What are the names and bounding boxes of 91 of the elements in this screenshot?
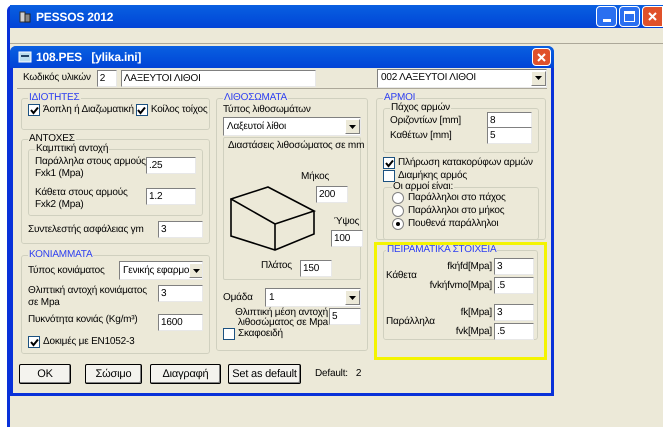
default-label: Default: bbox=[315, 368, 348, 380]
field-label: Κωδικός υλικών bbox=[22, 72, 91, 84]
dropdown[interactable]: 002 ΛΑΞΕΥΤΟΙ ΛΙΘΟΙ bbox=[377, 68, 547, 88]
field-label: Κάθετα στους αρμούς Fxk2 (Mpa) bbox=[35, 187, 129, 211]
box-title: Διαστάσεις λιθοσώματος σε mm bbox=[228, 140, 364, 152]
input-field[interactable]: 3 bbox=[158, 221, 203, 238]
checkbox-label: Κοίλος τοίχος bbox=[150, 104, 208, 116]
checkbox[interactable] bbox=[223, 328, 235, 340]
input-field[interactable]: 1600 bbox=[158, 314, 203, 331]
caret-icon bbox=[349, 296, 356, 300]
field-label: fvk[Mpa] bbox=[456, 326, 492, 338]
group-title: ΙΔΙΟΤΗΤΕΣ bbox=[28, 93, 81, 103]
field-label: fvkήfvmo[Mpa] bbox=[430, 280, 492, 292]
close-icon bbox=[648, 12, 657, 21]
field-label: Θλιπτική μέση αντοχή λιθοσώματος σε Mpa bbox=[234, 308, 328, 328]
group-title: Καμπτική αντοχή bbox=[35, 144, 110, 154]
dimension-label: Ύψος bbox=[334, 216, 360, 228]
maximize-button[interactable] bbox=[619, 6, 640, 27]
field-label: Θλιπτική αντοχή κονιάματος σε Mpa bbox=[28, 285, 148, 309]
field-label: Οριζοντίων [mm] bbox=[390, 114, 461, 126]
maximize-icon bbox=[624, 11, 635, 22]
input-field[interactable]: 3 bbox=[494, 304, 534, 321]
input-field[interactable]: .5 bbox=[494, 277, 534, 294]
group-title: ΠΕΙΡΑΜΑΤΙΚΑ ΣΤΟΙΧΕΙΑ bbox=[386, 245, 498, 255]
input-field[interactable]: ΛΑΞΕΥΤΟΙ ΛΙΘΟΙ bbox=[120, 70, 316, 86]
input-field[interactable]: 5 bbox=[329, 308, 361, 325]
group-title: Οι αρμοί είναι: bbox=[392, 182, 454, 192]
group-title: ΚΟΝΙΑΜΜΑΤΑ bbox=[28, 250, 94, 260]
radio-label: Παράλληλοι στο πάχος bbox=[408, 192, 506, 204]
window-title: PESSOS 2012 bbox=[36, 10, 114, 22]
radio-button[interactable] bbox=[392, 205, 404, 217]
app-icon bbox=[18, 10, 32, 24]
input-field[interactable]: .25 bbox=[146, 157, 196, 174]
group-title: Πάχος αρμών bbox=[390, 103, 451, 113]
document-icon bbox=[18, 51, 32, 63]
dropdown[interactable]: 1 bbox=[265, 288, 361, 307]
checkbox[interactable] bbox=[28, 336, 40, 348]
checkbox-label: Πλήρωση κατακορύφων αρμών bbox=[398, 157, 533, 169]
field-label: fk[Mpa] bbox=[460, 306, 492, 318]
dropdown[interactable]: Γενικής εφαρμο bbox=[119, 261, 203, 280]
dialog-title: 108.PES [ylika.ini] bbox=[36, 51, 142, 63]
input-field[interactable]: 2 bbox=[96, 70, 117, 86]
field-label: fkήfd[Mpa] bbox=[447, 260, 492, 272]
button[interactable]: Set as default bbox=[228, 364, 301, 384]
dimension-label: Πλάτος bbox=[261, 260, 292, 272]
input-field[interactable]: 3 bbox=[158, 285, 203, 302]
field-label: Παράλληλα στους αρμούς Fxk1 (Mpa) bbox=[35, 156, 146, 180]
group-title: ΑΝΤΟΧΕΣ bbox=[28, 134, 75, 144]
input-field[interactable]: 150 bbox=[300, 260, 332, 277]
field-label: Συντελεστής ασφάλειας γm bbox=[28, 224, 144, 236]
input-field[interactable]: 100 bbox=[331, 230, 363, 247]
checkbox[interactable] bbox=[383, 157, 395, 169]
checkbox-label: Άοπλη ή Διαζωματική bbox=[43, 104, 134, 116]
group-label: Κάθετα bbox=[386, 270, 417, 282]
close-icon bbox=[537, 52, 546, 62]
input-field[interactable]: .5 bbox=[494, 323, 534, 340]
radio-button[interactable] bbox=[392, 218, 404, 230]
minimize-button[interactable] bbox=[596, 6, 617, 27]
button[interactable]: Διαγραφή bbox=[150, 364, 221, 384]
checkbox[interactable] bbox=[383, 170, 395, 182]
group-title: ΛΙΘΟΣΩΜΑΤΑ bbox=[223, 93, 288, 103]
button[interactable]: OK bbox=[19, 364, 71, 384]
checkbox-label: Σκαφοειδή bbox=[238, 328, 283, 340]
input-field[interactable]: 200 bbox=[316, 186, 348, 203]
dimension-label: Μήκος bbox=[301, 171, 330, 183]
checkbox[interactable] bbox=[28, 104, 40, 116]
checkbox-label: Δοκιμές με EN1052-3 bbox=[43, 336, 135, 348]
dropdown[interactable]: Λαξευτοί λίθοι bbox=[223, 117, 361, 136]
close-button[interactable] bbox=[642, 6, 663, 27]
field-label: Τύπος λιθοσωμάτων bbox=[223, 103, 312, 116]
minimize-icon bbox=[602, 19, 610, 22]
default-value: 2 bbox=[356, 368, 362, 380]
caret-icon bbox=[193, 268, 200, 272]
input-field[interactable]: 3 bbox=[494, 258, 534, 275]
caret-icon bbox=[349, 124, 356, 128]
radio-label: Πουθενά παράλληλοι bbox=[408, 218, 498, 230]
field-label: Πυκνότητα κονιάς (Kg/m³) bbox=[28, 314, 139, 326]
field-label: Καθέτων [mm] bbox=[390, 130, 452, 142]
radio-button[interactable] bbox=[392, 192, 404, 204]
close-button[interactable] bbox=[532, 48, 551, 66]
caret-icon bbox=[535, 76, 542, 80]
group-title: ΑΡΜΟΙ bbox=[383, 93, 416, 103]
input-field[interactable]: 1.2 bbox=[146, 188, 196, 205]
field-label: Τύπος κονιάματος bbox=[28, 264, 105, 276]
group-label: Παράλληλα bbox=[386, 316, 435, 328]
checkbox-label: Διαμήκης αρμός bbox=[398, 170, 467, 181]
field-label: Ομάδα bbox=[223, 292, 253, 304]
input-field[interactable]: 5 bbox=[487, 127, 532, 144]
radio-label: Παράλληλοι στο μήκος bbox=[408, 205, 504, 217]
button[interactable]: Σώσιμο bbox=[85, 364, 142, 384]
checkbox[interactable] bbox=[136, 104, 148, 116]
